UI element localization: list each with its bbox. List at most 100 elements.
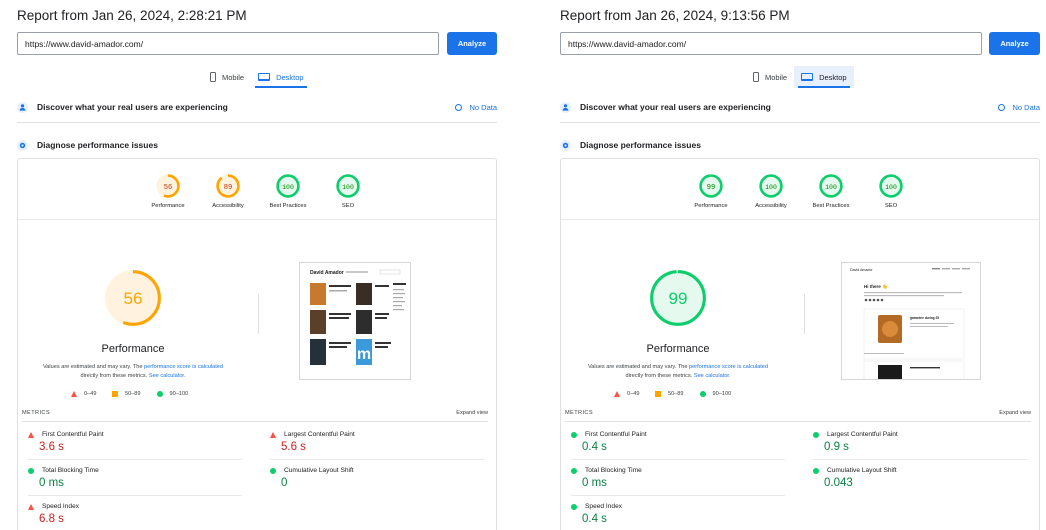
fail-triangle-icon xyxy=(71,391,77,397)
device-tabs: Mobile Desktop xyxy=(746,66,854,88)
legend-average: 50–89 xyxy=(655,391,684,397)
page-screenshot: David Amador Hi there 👋 gamedev during 2… xyxy=(841,262,981,380)
metric-value: 0.9 s xyxy=(824,441,849,453)
metric-value: 0 xyxy=(281,477,288,489)
expand-view-toggle[interactable]: Expand view xyxy=(456,410,488,416)
performance-note: Values are estimated and may vary. The p… xyxy=(23,363,243,381)
report-title: Report from Jan 26, 2024, 9:13:56 PM xyxy=(560,8,790,23)
tab-desktop[interactable]: Desktop xyxy=(251,66,311,88)
gauge-value: 100 xyxy=(885,184,897,191)
expand-view-toggle[interactable]: Expand view xyxy=(999,410,1031,416)
gauge-performance[interactable]: 56 Performance xyxy=(138,173,198,209)
gauge-value: 100 xyxy=(825,184,837,191)
gauge-value: 100 xyxy=(342,184,354,191)
analyze-button[interactable]: Analyze xyxy=(989,32,1040,55)
pass-circle-icon xyxy=(270,467,276,474)
metric-first-contentful-paint: First Contentful Paint 3.6 s xyxy=(28,430,250,453)
page-screenshot: David Amador m xyxy=(299,262,411,380)
metrics-label: METRICS xyxy=(565,410,593,416)
gauge-ring-icon: 100 xyxy=(276,174,300,198)
tab-mobile-label: Mobile xyxy=(765,72,788,82)
performance-gauge-large: 56 xyxy=(105,270,161,326)
metric-name: Largest Contentful Paint xyxy=(827,431,898,438)
diagnose-section: Diagnose performance issues xyxy=(17,137,497,153)
tab-desktop[interactable]: Desktop xyxy=(794,66,854,88)
tab-mobile[interactable]: Mobile xyxy=(746,66,794,88)
metric-divider xyxy=(270,459,484,460)
users-icon xyxy=(560,101,571,113)
gauge-accessibility[interactable]: 100 Accessibility xyxy=(741,173,801,209)
url-input[interactable] xyxy=(560,32,982,55)
metric-largest-contentful-paint: Largest Contentful Paint 5.6 s xyxy=(270,430,492,453)
divider xyxy=(17,122,497,123)
gauge-best-practices[interactable]: 100 Best Practices xyxy=(258,173,318,209)
gauge-accessibility[interactable]: 89 Accessibility xyxy=(198,173,258,209)
gauge-value: 89 xyxy=(224,184,233,192)
main-score-value: 56 xyxy=(124,289,143,308)
legend-label: 0–49 xyxy=(84,391,97,397)
lighthouse-icon xyxy=(560,139,571,151)
gauge-ring-icon: 100 xyxy=(336,174,360,198)
gauge-label: Best Practices xyxy=(812,203,850,209)
metric-value: 0 ms xyxy=(582,477,607,489)
diagnose-heading: Diagnose performance issues xyxy=(37,140,158,150)
metric-value: 0.043 xyxy=(824,477,853,489)
metrics-divider xyxy=(565,421,1031,422)
score-calc-link[interactable]: performance score is calculated xyxy=(144,364,223,370)
metric-speed-index: Speed Index 6.8 s xyxy=(28,502,250,525)
pass-circle-icon xyxy=(571,467,577,474)
gauge-ring-icon: 100 xyxy=(879,174,903,198)
gauge-seo[interactable]: 100 SEO xyxy=(861,173,921,209)
gauge-best-practices[interactable]: 100 Best Practices xyxy=(801,173,861,209)
thumb-post-title: gamedev during 25 xyxy=(910,316,939,320)
legend-fail: 0–49 xyxy=(71,391,96,397)
metric-divider xyxy=(28,459,242,460)
gauge-ring-icon: 89 xyxy=(216,174,240,198)
phone-icon xyxy=(210,72,216,82)
metric-name: Largest Contentful Paint xyxy=(284,431,355,438)
users-icon xyxy=(17,101,28,113)
metric-name: Speed Index xyxy=(42,503,80,510)
gauge-performance[interactable]: 99 Performance xyxy=(681,173,741,209)
calculator-link[interactable]: See calculator. xyxy=(149,373,186,379)
performance-title: Performance xyxy=(646,343,710,355)
legend-average: 50–89 xyxy=(112,391,141,397)
vertical-divider xyxy=(804,294,805,334)
no-data-link[interactable]: No Data xyxy=(998,99,1040,115)
report-panel-left: Report from Jan 26, 2024, 2:28:21 PM Ana… xyxy=(0,0,516,530)
diagnose-heading: Diagnose performance issues xyxy=(580,140,701,150)
metric-value: 5.6 s xyxy=(281,441,306,453)
no-data-link[interactable]: No Data xyxy=(455,99,497,115)
tab-mobile[interactable]: Mobile xyxy=(203,66,251,88)
performance-note: Values are estimated and may vary. The p… xyxy=(568,363,788,381)
card-divider xyxy=(18,219,496,220)
fail-triangle-icon xyxy=(28,503,34,510)
metric-divider xyxy=(571,495,785,496)
pass-circle-icon xyxy=(813,467,819,474)
gauge-ring-icon: 100 xyxy=(759,174,783,198)
url-input[interactable] xyxy=(17,32,439,55)
legend-pass: 90–100 xyxy=(156,391,188,397)
metric-cumulative-layout-shift: Cumulative Layout Shift 0.043 xyxy=(813,466,1035,489)
performance-gauge-large: 99 xyxy=(650,270,706,326)
metric-name: First Contentful Paint xyxy=(42,431,104,438)
average-square-icon xyxy=(112,391,118,397)
card-divider xyxy=(561,219,1039,220)
score-gauges: 99 Performance 100 Accessibility 100 Bes… xyxy=(561,173,1039,213)
score-legend: 0–49 50–89 90–100 xyxy=(71,391,204,397)
metric-value: 0.4 s xyxy=(582,513,607,525)
metric-name: Cumulative Layout Shift xyxy=(284,467,354,474)
metric-value: 3.6 s xyxy=(39,441,64,453)
gauge-seo[interactable]: 100 SEO xyxy=(318,173,378,209)
device-tabs: Mobile Desktop xyxy=(203,66,311,88)
metrics-label: METRICS xyxy=(22,410,50,416)
pass-circle-icon xyxy=(571,503,577,510)
score-calc-link[interactable]: performance score is calculated xyxy=(689,364,768,370)
thumb-site-name: David Amador xyxy=(850,268,873,272)
gauge-value: 99 xyxy=(707,184,716,192)
metric-name: Speed Index xyxy=(585,503,623,510)
analyze-button[interactable]: Analyze xyxy=(447,32,497,55)
gauge-value: 56 xyxy=(164,184,173,192)
note-text: Values are estimated and may vary. The xyxy=(42,364,145,370)
calculator-link[interactable]: See calculator. xyxy=(694,373,731,379)
